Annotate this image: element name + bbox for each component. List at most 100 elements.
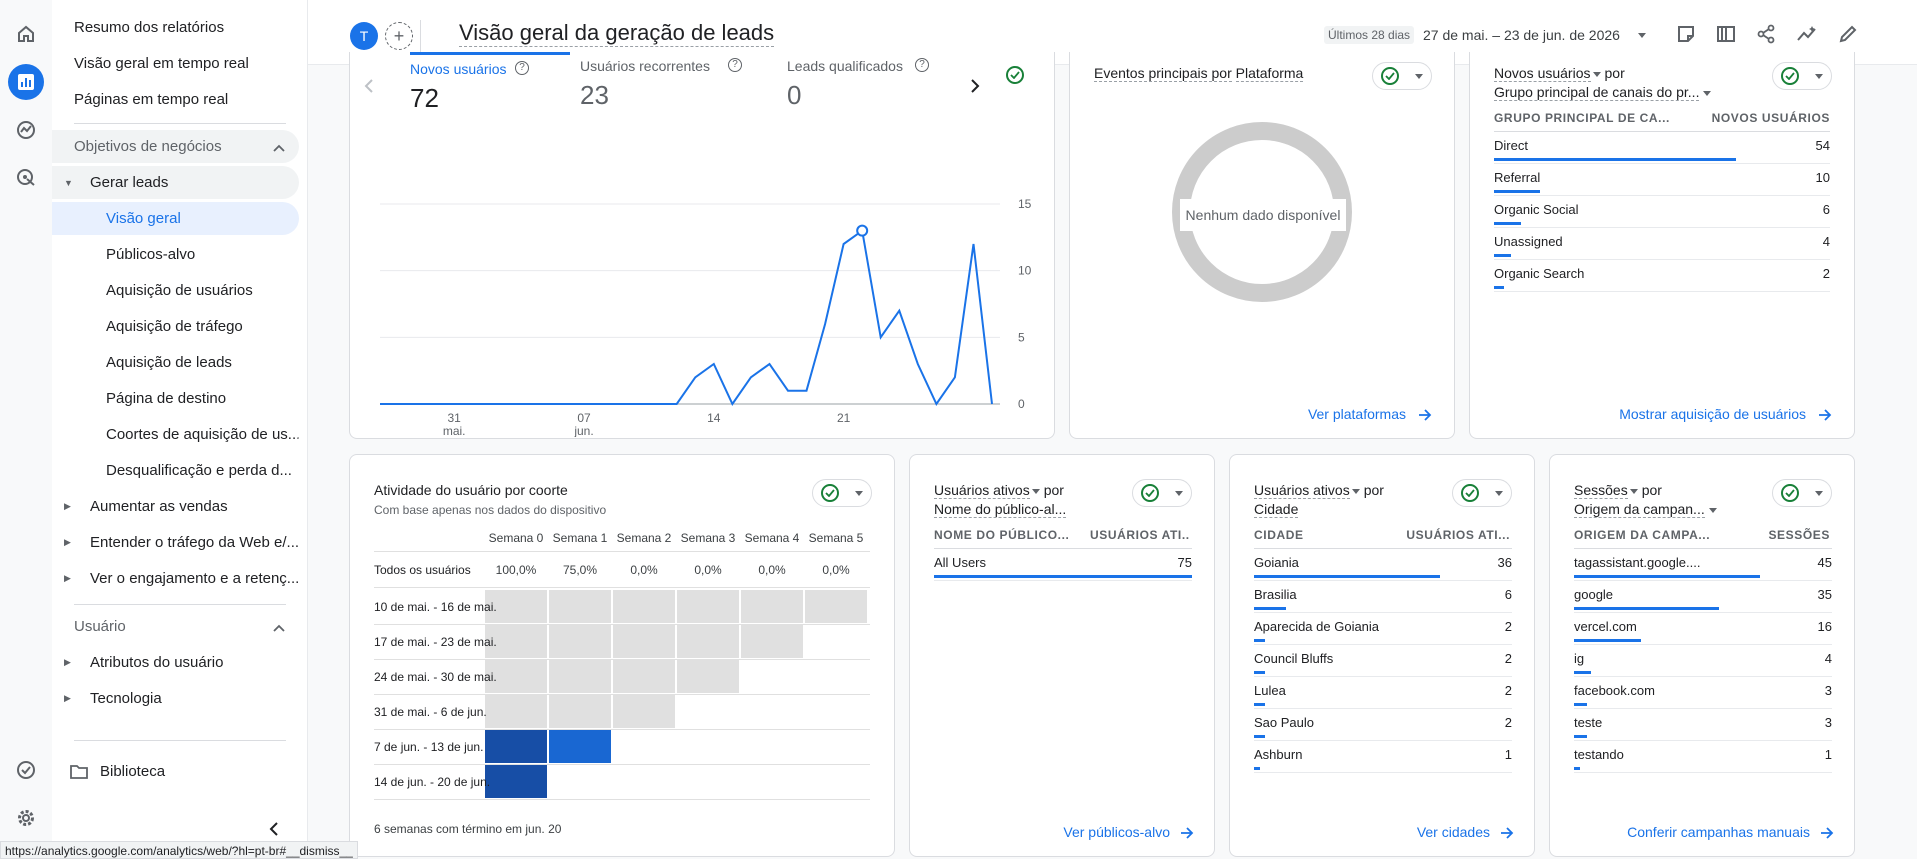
arrow-right-icon[interactable] <box>1820 826 1834 844</box>
column-header-metric[interactable]: SESSÕES <box>1768 528 1830 542</box>
table-row[interactable]: Direct 54 <box>1494 132 1830 164</box>
column-header-dimension[interactable]: ORIGEM DA CAMPA... <box>1574 528 1724 542</box>
nav-group-web-traffic[interactable]: ▶ Entender o tráfego da Web e/... <box>52 526 299 559</box>
table-row[interactable]: tagassistant.google.... 45 <box>1574 549 1832 581</box>
cohort-cell[interactable] <box>740 590 803 623</box>
cohort-cell[interactable] <box>612 590 675 623</box>
arrow-right-icon[interactable] <box>1418 408 1432 426</box>
edit-pencil-icon[interactable] <box>1838 24 1858 49</box>
date-range-text[interactable]: 27 de mai. – 23 de jun. de 2026 <box>1423 27 1620 43</box>
manual-campaigns-link[interactable]: Conferir campanhas manuais <box>1627 824 1810 840</box>
metric-tab-qualified-leads[interactable]: Leads qualificados ? 0 <box>787 52 987 114</box>
metric-tab-new-users[interactable]: Novos usuários ? 72 <box>410 52 570 114</box>
nav-section-user[interactable]: Usuário <box>52 610 299 643</box>
card-title-metric[interactable]: Usuários ativos <box>934 482 1030 499</box>
metric-dropdown-icon[interactable] <box>1031 488 1040 494</box>
show-user-acquisition-link[interactable]: Mostrar aquisição de usuários <box>1619 406 1806 422</box>
help-icon[interactable]: ? <box>515 61 529 75</box>
table-row[interactable]: Sao Paulo 2 <box>1254 709 1512 741</box>
cohort-cell[interactable] <box>676 625 739 658</box>
home-icon[interactable] <box>8 16 44 52</box>
cohort-cell[interactable] <box>484 730 547 763</box>
data-quality-dropdown[interactable] <box>1772 62 1832 90</box>
nav-item-landing-page[interactable]: Página de destino <box>52 382 299 415</box>
nav-group-user-attributes[interactable]: ▶ Atributos do usuário <box>52 646 299 679</box>
card-title-metric[interactable]: Sessões <box>1574 482 1628 499</box>
date-range-dropdown-icon[interactable] <box>1638 33 1646 38</box>
cohort-cell[interactable] <box>676 660 739 693</box>
nav-section-business-objectives[interactable]: Objetivos de negócios <box>52 130 299 163</box>
table-row[interactable]: teste 3 <box>1574 709 1832 741</box>
advertising-icon[interactable] <box>8 160 44 196</box>
cohort-cell[interactable] <box>548 695 611 728</box>
share-icon[interactable] <box>1756 24 1776 49</box>
table-row[interactable]: Council Bluffs 2 <box>1254 645 1512 677</box>
cohort-cell[interactable] <box>484 765 547 798</box>
settings-gear-icon[interactable] <box>8 800 44 836</box>
data-quality-dropdown[interactable] <box>1132 479 1192 507</box>
table-row[interactable]: vercel.com 16 <box>1574 613 1832 645</box>
card-title-dimension[interactable]: Grupo principal de canais do pr... <box>1494 84 1700 101</box>
table-row[interactable]: Ashburn 1 <box>1254 741 1512 773</box>
column-header-metric[interactable]: USUÁRIOS ATI... <box>1090 528 1190 542</box>
cohort-cell[interactable] <box>484 695 547 728</box>
nav-group-technology[interactable]: ▶ Tecnologia <box>52 682 299 715</box>
check-icon[interactable] <box>1006 66 1024 84</box>
add-comparison-button[interactable]: + <box>385 22 413 50</box>
metrics-next-icon[interactable] <box>970 78 980 99</box>
help-icon[interactable]: ? <box>915 58 929 72</box>
table-row[interactable]: facebook.com 3 <box>1574 677 1832 709</box>
nav-item-disqualification[interactable]: Desqualificação e perda d... <box>52 454 299 487</box>
column-header-dimension[interactable]: NOME DO PÚBLICO... <box>934 528 1074 542</box>
card-title-metric[interactable]: Usuários ativos <box>1254 482 1350 499</box>
nav-item-realtime-overview[interactable]: Visão geral em tempo real <box>52 47 299 80</box>
nav-item-generate-leads[interactable]: ▼ Gerar leads <box>52 166 299 199</box>
insights-icon[interactable] <box>1796 24 1818 49</box>
nav-item-realtime-pages[interactable]: Páginas em tempo real <box>52 83 299 116</box>
metric-dropdown-icon[interactable] <box>1351 488 1360 494</box>
view-cities-link[interactable]: Ver cidades <box>1417 824 1490 840</box>
cohort-cell[interactable] <box>548 660 611 693</box>
table-row[interactable]: Aparecida de Goiania 2 <box>1254 613 1512 645</box>
cohort-cell[interactable] <box>612 660 675 693</box>
explore-icon[interactable] <box>8 112 44 148</box>
table-row[interactable]: Organic Social 6 <box>1494 196 1830 228</box>
card-title-metric[interactable]: Novos usuários <box>1494 65 1591 82</box>
comparison-avatar[interactable]: T <box>350 22 378 50</box>
nav-item-library[interactable]: Biblioteca <box>52 755 299 788</box>
arrow-right-icon[interactable] <box>1818 408 1832 426</box>
cohort-cell[interactable] <box>548 590 611 623</box>
view-audiences-link[interactable]: Ver públicos-alvo <box>1063 824 1170 840</box>
table-row[interactable]: Brasilia 6 <box>1254 581 1512 613</box>
compare-icon[interactable] <box>1716 24 1736 49</box>
nav-item-overview[interactable]: Visão geral <box>52 202 299 235</box>
table-row[interactable]: Referral 10 <box>1494 164 1830 196</box>
reports-icon[interactable] <box>8 64 44 100</box>
arrow-right-icon[interactable] <box>1180 826 1194 844</box>
table-row[interactable]: Lulea 2 <box>1254 677 1512 709</box>
data-quality-dropdown[interactable] <box>1772 479 1832 507</box>
date-range-preset[interactable]: Últimos 28 dias <box>1324 26 1415 44</box>
dimension-dropdown-icon[interactable] <box>1703 90 1712 96</box>
view-platforms-link[interactable]: Ver plataformas <box>1308 406 1406 422</box>
cohort-cell[interactable] <box>612 625 675 658</box>
cohort-cell[interactable] <box>676 590 739 623</box>
table-row[interactable]: ig 4 <box>1574 645 1832 677</box>
help-icon[interactable]: ? <box>728 58 742 72</box>
cohort-cell[interactable] <box>804 590 867 623</box>
annotation-icon[interactable] <box>1676 24 1696 49</box>
nav-item-lead-acquisition[interactable]: Aquisição de leads <box>52 346 299 379</box>
data-quality-dropdown[interactable] <box>812 479 872 507</box>
nav-item-traffic-acquisition[interactable]: Aquisição de tráfego <box>52 310 299 343</box>
table-row[interactable]: google 35 <box>1574 581 1832 613</box>
table-row[interactable]: Unassigned 4 <box>1494 228 1830 260</box>
card-title-dimension[interactable]: Origem da campan... <box>1574 501 1705 518</box>
arrow-right-icon[interactable] <box>1500 826 1514 844</box>
column-header-metric[interactable]: NOVOS USUÁRIOS <box>1712 111 1830 125</box>
metric-dropdown-icon[interactable] <box>1629 488 1638 494</box>
table-row[interactable]: testando 1 <box>1574 741 1832 773</box>
collapse-nav-icon[interactable] <box>268 822 280 841</box>
checklist-icon[interactable] <box>8 752 44 788</box>
metric-dropdown-icon[interactable] <box>1592 71 1601 77</box>
metrics-prev-icon[interactable] <box>364 78 374 99</box>
